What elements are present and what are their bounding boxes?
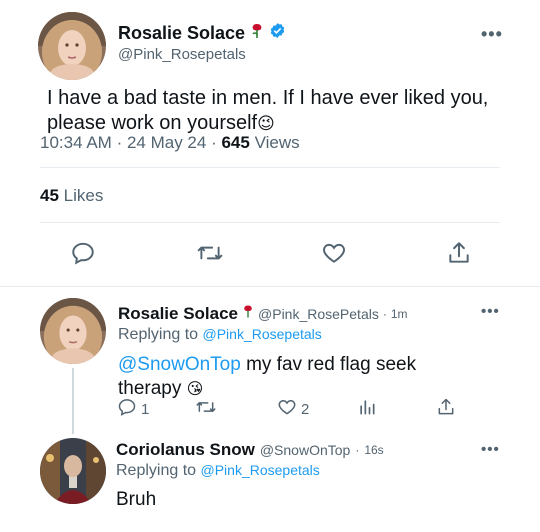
likes-label: Likes [63, 186, 104, 205]
like-count: 2 [301, 400, 310, 418]
replying-prefix: Replying to [116, 462, 197, 479]
likes-count: 45 [40, 186, 59, 205]
avatar-coriolanus[interactable] [40, 438, 106, 504]
avatar-rosalie[interactable] [38, 12, 106, 80]
action-bar-partial [116, 526, 466, 532]
avatar-rosalie[interactable] [40, 298, 106, 364]
retweet-icon [196, 240, 224, 270]
replying-to: Replying to @Pink_Rosepetals [118, 326, 322, 344]
reply-icon [70, 240, 96, 270]
reply-button[interactable]: 1 [117, 397, 149, 421]
reply-icon [117, 397, 137, 421]
heart-icon [277, 397, 297, 421]
rose-icon [242, 304, 254, 324]
more-options-icon[interactable]: ••• [481, 24, 503, 45]
verified-badge-icon [269, 22, 286, 44]
divider [40, 222, 500, 223]
reply-button[interactable] [70, 240, 96, 270]
retweet-icon [195, 397, 217, 421]
share-button[interactable] [446, 240, 472, 270]
share-button[interactable] [436, 397, 456, 421]
kiss-emoji: 😘 [186, 381, 204, 398]
mention-link[interactable]: @SnowOnTop [118, 354, 241, 375]
rose-icon [250, 23, 264, 44]
reply-text-body: Bruh [116, 489, 157, 510]
wink-emoji: 😉 [257, 114, 275, 133]
handle[interactable]: @Pink_Rosepetals [118, 46, 246, 63]
analytics-icon [357, 397, 377, 421]
analytics-button[interactable] [357, 397, 377, 421]
heart-icon [321, 240, 347, 270]
views-label: Views [254, 133, 300, 152]
tweet-time[interactable]: 10:34 AM [40, 133, 112, 152]
tweet-age[interactable]: 1m [391, 307, 408, 321]
likes-stat[interactable]: 45 Likes [40, 186, 103, 206]
handle[interactable]: @SnowOnTop [260, 442, 350, 458]
handle[interactable]: @Pink_RosePetals [258, 306, 379, 322]
more-options-icon[interactable]: ••• [481, 303, 500, 320]
display-name[interactable]: Coriolanus Snow [116, 440, 255, 460]
retweet-button[interactable] [195, 397, 217, 421]
thread-line [72, 368, 74, 434]
tweet-date[interactable]: 24 May 24 [127, 133, 206, 152]
tweet-age[interactable]: 16s [364, 443, 383, 457]
divider [40, 167, 500, 168]
share-icon [446, 240, 472, 270]
display-name[interactable]: Rosalie Solace [118, 23, 245, 44]
display-name[interactable]: Rosalie Solace [118, 304, 238, 324]
replying-to: Replying to @Pink_Rosepetals [116, 462, 320, 480]
retweet-button[interactable] [196, 240, 224, 270]
divider [0, 286, 540, 287]
tweet-meta: 10:34 AM · 24 May 24 · 645 Views [40, 133, 300, 152]
reply-count: 1 [141, 400, 150, 418]
replying-to-link[interactable]: @Pink_Rosepetals [201, 462, 320, 478]
views-count: 645 [221, 133, 250, 152]
replying-to-link[interactable]: @Pink_Rosepetals [203, 326, 322, 342]
share-icon [436, 397, 456, 421]
replying-prefix: Replying to [118, 326, 199, 343]
reply-text: @SnowOnTop my fav red flag seek therapy … [118, 353, 458, 402]
like-button[interactable]: 2 [277, 397, 309, 421]
more-options-icon[interactable]: ••• [481, 441, 500, 458]
tweet-text: I have a bad taste in men. If I have eve… [47, 86, 527, 136]
like-button[interactable] [321, 240, 347, 270]
